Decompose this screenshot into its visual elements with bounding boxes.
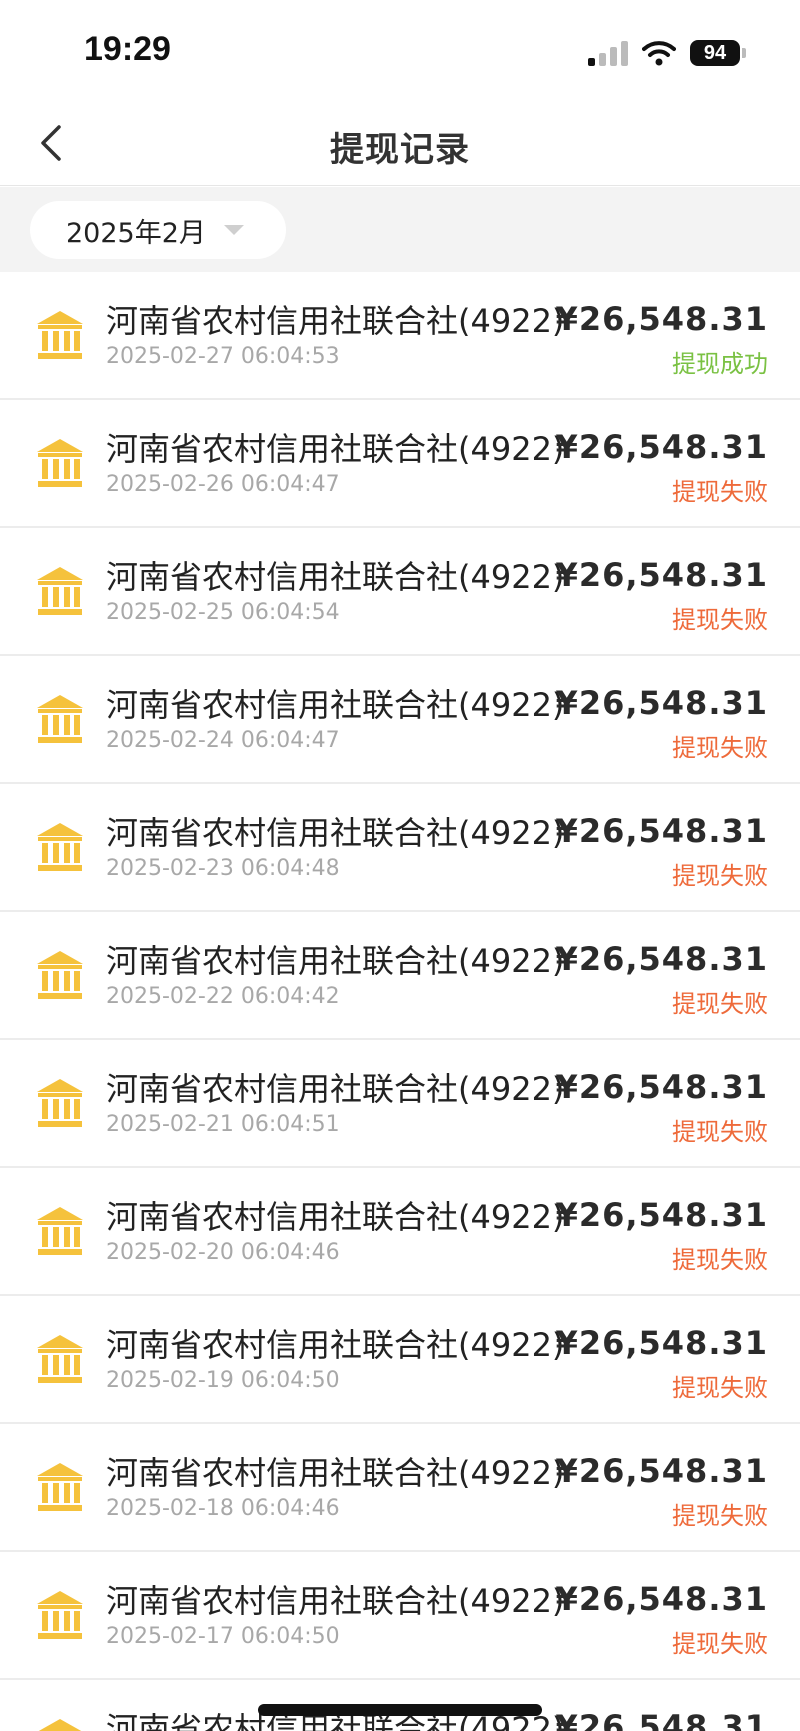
bank-name: 河南省农村信用社联合社(4922)	[106, 1198, 565, 1236]
bank-name: 河南省农村信用社联合社(4922)	[106, 1582, 565, 1620]
bank-name: 河南省农村信用社联合社(4922)	[106, 686, 565, 724]
status-indicators: 94	[588, 38, 746, 68]
bank-icon	[34, 692, 86, 746]
home-indicator[interactable]	[258, 1704, 542, 1716]
withdrawal-status: 提现失败	[672, 734, 768, 762]
bank-name: 河南省农村信用社联合社(4922)	[106, 814, 565, 852]
withdrawal-status: 提现失败	[672, 478, 768, 506]
cellular-signal-icon	[588, 40, 628, 66]
withdrawal-record-row[interactable]: 河南省农村信用社联合社(4922) 2025-02-20 06:04:46 ¥2…	[0, 1168, 800, 1296]
withdrawal-status: 提现失败	[672, 1630, 768, 1658]
withdrawal-status: 提现失败	[672, 1246, 768, 1274]
withdrawal-status: 提现失败	[672, 1502, 768, 1530]
caret-down-icon	[223, 225, 244, 235]
withdrawal-record-row[interactable]: 河南省农村信用社联合社(4922) 2025-02-24 06:04:47 ¥2…	[0, 656, 800, 784]
withdrawal-amount: ¥26,548.31	[555, 1580, 768, 1618]
withdrawal-amount: ¥26,548.31	[555, 1196, 768, 1234]
bank-icon	[34, 948, 86, 1002]
record-time: 2025-02-20 06:04:46	[106, 1240, 340, 1265]
record-time: 2025-02-21 06:04:51	[106, 1112, 340, 1137]
battery-level: 94	[690, 40, 740, 66]
record-time: 2025-02-24 06:04:47	[106, 728, 340, 753]
bank-icon	[34, 1588, 86, 1642]
withdrawal-amount: ¥26,548.31	[555, 940, 768, 978]
bank-name: 河南省农村信用社联合社(4922)	[106, 942, 565, 980]
bank-icon	[34, 1076, 86, 1130]
record-time: 2025-02-25 06:04:54	[106, 600, 340, 625]
bank-icon	[34, 1716, 86, 1731]
withdrawal-record-row[interactable]: 河南省农村信用社联合社(4922) 2025-02-23 06:04:48 ¥2…	[0, 784, 800, 912]
record-time: 2025-02-22 06:04:42	[106, 984, 340, 1009]
withdrawal-record-row[interactable]: 河南省农村信用社联合社(4922) 2025-02-18 06:04:46 ¥2…	[0, 1424, 800, 1552]
month-dropdown[interactable]: 2025年2月	[30, 201, 286, 259]
withdrawal-amount: ¥26,548.31	[555, 684, 768, 722]
nav-bar: 提现记录	[0, 100, 800, 186]
withdrawal-record-list: 河南省农村信用社联合社(4922) 2025-02-27 06:04:53 ¥2…	[0, 272, 800, 1731]
status-time: 19:29	[84, 30, 171, 68]
bank-name: 河南省农村信用社联合社(4922)	[106, 1454, 565, 1492]
withdrawal-amount: ¥26,548.31	[555, 556, 768, 594]
bank-name: 河南省农村信用社联合社(4922)	[106, 558, 565, 596]
withdrawal-status: 提现失败	[672, 990, 768, 1018]
withdrawal-amount: ¥26,548.31	[555, 428, 768, 466]
record-time: 2025-02-17 06:04:50	[106, 1624, 340, 1649]
withdrawal-record-row[interactable]: 河南省农村信用社联合社(4922) 2025-02-26 06:04:47 ¥2…	[0, 400, 800, 528]
withdrawal-record-row[interactable]: 河南省农村信用社联合社(4922) 2025-02-17 06:04:50 ¥2…	[0, 1552, 800, 1680]
withdrawal-record-row[interactable]: 河南省农村信用社联合社(4922) 2025-02-25 06:04:54 ¥2…	[0, 528, 800, 656]
withdrawal-amount: ¥26,548.31	[555, 300, 768, 338]
withdrawal-record-row[interactable]: 河南省农村信用社联合社(4922) 2025-02-19 06:04:50 ¥2…	[0, 1296, 800, 1424]
withdrawal-amount: ¥26,548.31	[555, 1324, 768, 1362]
withdrawal-amount: ¥26,548.31	[555, 1068, 768, 1106]
withdrawal-status: 提现失败	[672, 862, 768, 890]
withdrawal-status: 提现失败	[672, 606, 768, 634]
bank-icon	[34, 308, 86, 362]
battery-icon: 94	[690, 40, 746, 66]
bank-name: 河南省农村信用社联合社(4922)	[106, 302, 565, 340]
bank-icon	[34, 564, 86, 618]
record-time: 2025-02-26 06:04:47	[106, 472, 340, 497]
bank-icon	[34, 1332, 86, 1386]
withdrawal-amount: ¥26,548.31	[555, 1452, 768, 1490]
record-time: 2025-02-19 06:04:50	[106, 1368, 340, 1393]
record-time: 2025-02-18 06:04:46	[106, 1496, 340, 1521]
withdrawal-amount: ¥26,548.31	[555, 1708, 768, 1731]
bank-name: 河南省农村信用社联合社(4922)	[106, 430, 565, 468]
page-title: 提现记录	[330, 130, 470, 170]
status-bar: 19:29 94	[0, 0, 800, 100]
bank-icon	[34, 1204, 86, 1258]
withdrawal-status: 提现失败	[672, 1118, 768, 1146]
withdrawal-record-row[interactable]: 河南省农村信用社联合社(4922) 2025-02-27 06:04:53 ¥2…	[0, 272, 800, 400]
bank-name: 河南省农村信用社联合社(4922)	[106, 1326, 565, 1364]
withdrawal-amount: ¥26,548.31	[555, 812, 768, 850]
withdrawal-status: 提现成功	[672, 350, 768, 378]
filter-bar: 2025年2月	[0, 187, 800, 272]
withdrawal-status: 提现失败	[672, 1374, 768, 1402]
bank-icon	[34, 820, 86, 874]
month-label: 2025年2月	[66, 217, 206, 249]
withdrawal-record-row[interactable]: 河南省农村信用社联合社(4922) 2025-02-21 06:04:51 ¥2…	[0, 1040, 800, 1168]
record-time: 2025-02-23 06:04:48	[106, 856, 340, 881]
record-time: 2025-02-27 06:04:53	[106, 344, 340, 369]
bank-icon	[34, 1460, 86, 1514]
bank-name: 河南省农村信用社联合社(4922)	[106, 1070, 565, 1108]
withdrawal-record-row[interactable]: 河南省农村信用社联合社(4922) 2025-02-22 06:04:42 ¥2…	[0, 912, 800, 1040]
bank-icon	[34, 436, 86, 490]
wifi-icon	[642, 40, 676, 66]
